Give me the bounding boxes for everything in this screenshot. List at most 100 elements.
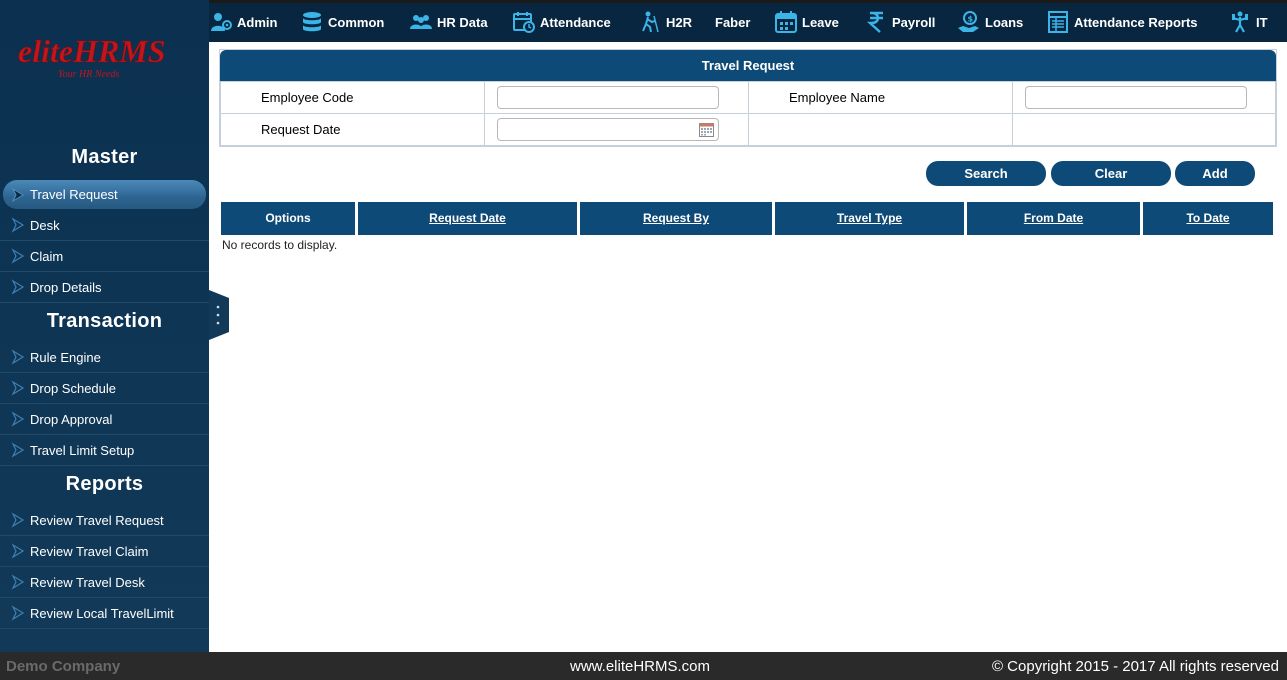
chevron-right-icon — [11, 574, 25, 590]
topnav-label: Leave — [802, 14, 839, 30]
chevron-right-icon — [11, 380, 25, 396]
search-form: Employee Code Employee Name Request Date — [220, 81, 1276, 146]
sidebar-item-review-travel-claim[interactable]: Review Travel Claim — [0, 536, 209, 567]
empty-cell — [1012, 113, 1276, 146]
sidebar-item-label: Travel Request — [30, 187, 118, 202]
sidebar-item-travel-request[interactable]: Travel Request — [3, 180, 206, 209]
people-icon — [410, 15, 432, 29]
employee-code-cell — [484, 81, 749, 114]
chevron-right-icon — [11, 605, 25, 621]
topnav-it[interactable]: IT — [1228, 8, 1268, 36]
topnav-payroll[interactable]: Payroll — [864, 8, 935, 36]
website-link[interactable]: www.eliteHRMS.com — [570, 658, 710, 675]
sidebar-item-review-local-travellimit[interactable]: Review Local TravelLimit — [0, 598, 209, 629]
section-title-reports: Reports — [65, 473, 144, 495]
topnav-faber[interactable]: Faber — [715, 8, 750, 36]
report-icon — [1048, 11, 1068, 33]
sidebar-item-label: Review Local TravelLimit — [30, 605, 174, 621]
sidebar-item-review-travel-request[interactable]: Review Travel Request — [0, 505, 209, 536]
topnav-label: Faber — [715, 14, 751, 30]
walker-icon — [642, 11, 659, 33]
topnav-attendance-reports[interactable]: Attendance Reports — [1046, 8, 1198, 36]
calendar-picker-icon[interactable] — [699, 123, 714, 137]
topnav-label: HR Data — [437, 14, 488, 30]
admin-icon — [211, 13, 232, 31]
topnav-label: H2R — [666, 14, 693, 30]
column-header-travel-type[interactable]: Travel Type — [775, 202, 964, 235]
sidebar-item-label: Review Travel Claim — [30, 543, 149, 559]
topnav-label: Loans — [985, 14, 1024, 30]
chevron-right-icon — [11, 512, 25, 528]
sidebar-item-label: Desk — [30, 217, 60, 233]
topnav-hr-data[interactable]: HR Data — [409, 8, 488, 36]
topnav-label: Payroll — [892, 14, 936, 30]
svg-text:$: $ — [968, 15, 974, 24]
chevron-right-icon — [11, 248, 25, 264]
sidebar-item-label: Claim — [30, 248, 64, 264]
sidebar-item-drop-approval[interactable]: Drop Approval — [0, 404, 209, 435]
column-header-to-date[interactable]: To Date — [1143, 202, 1273, 235]
topnav-label: Attendance — [540, 14, 611, 30]
money-hand-icon: $ — [958, 11, 979, 32]
topnav-loans[interactable]: $ Loans — [957, 8, 1023, 36]
calendar-clock-icon — [513, 12, 535, 33]
calendar-icon — [775, 11, 797, 33]
database-icon — [303, 12, 321, 32]
topnav-admin[interactable]: Admin — [209, 8, 277, 36]
sidebar-item-label: Drop Approval — [30, 411, 113, 427]
column-header-request-by[interactable]: Request By — [580, 202, 772, 235]
topnav-leave[interactable]: Leave — [774, 8, 839, 36]
topnav-common[interactable]: Common — [300, 8, 384, 36]
chevron-right-icon — [11, 187, 24, 202]
chevron-right-icon — [11, 279, 25, 295]
footer: Demo Company www.eliteHRMS.com © Copyrig… — [0, 652, 1287, 680]
request-date-input[interactable] — [497, 118, 719, 141]
sidebar-item-label: Rule Engine — [30, 349, 101, 365]
sidebar-collapse-handle[interactable] — [209, 290, 229, 340]
employee-code-label: Employee Code — [220, 81, 485, 114]
sidebar-item-desk[interactable]: Desk — [0, 210, 209, 241]
request-date-cell — [484, 113, 749, 146]
sidebar-item-label: Drop Details — [30, 279, 102, 295]
sidebar-item-rule-engine[interactable]: Rule Engine — [0, 342, 209, 373]
add-button[interactable]: Add — [1175, 161, 1255, 186]
employee-name-input[interactable] — [1025, 86, 1247, 109]
empty-cell — [748, 113, 1013, 146]
column-header-from-date[interactable]: From Date — [967, 202, 1140, 235]
app-logo[interactable]: eliteHRMS Your HR Needs — [14, 18, 174, 88]
column-header-request-date[interactable]: Request Date — [358, 202, 577, 235]
chevron-right-icon — [11, 411, 25, 427]
clear-button[interactable]: Clear — [1051, 161, 1171, 186]
sidebar-item-review-travel-desk[interactable]: Review Travel Desk — [0, 567, 209, 598]
sidebar-item-label: Review Travel Request — [30, 512, 164, 528]
column-header-options: Options — [221, 202, 355, 235]
sidebar: eliteHRMS Your HR Needs Master Travel Re… — [0, 0, 209, 652]
section-title-transaction: Transaction — [46, 310, 163, 332]
results-grid-header: Options Request Date Request By Travel T… — [221, 202, 1275, 235]
panel-title: Travel Request — [220, 50, 1276, 81]
empty-grid-message: No records to display. — [222, 238, 338, 252]
topnav-label: Attendance Reports — [1074, 14, 1198, 30]
section-title-master: Master — [71, 146, 138, 168]
sidebar-item-label: Travel Limit Setup — [30, 442, 135, 458]
chevron-right-icon — [11, 442, 25, 458]
sidebar-item-travel-limit-setup[interactable]: Travel Limit Setup — [0, 435, 209, 466]
rupee-icon — [866, 11, 883, 33]
topnav-label: IT — [1256, 14, 1268, 30]
chevron-right-icon — [11, 349, 25, 365]
topnav-attendance[interactable]: Attendance — [512, 8, 611, 36]
employee-name-cell — [1012, 81, 1276, 114]
sidebar-item-drop-details[interactable]: Drop Details — [0, 272, 209, 303]
topnav-label: Common — [328, 14, 385, 30]
travel-request-panel: Travel Request Employee Code Employee Na… — [219, 49, 1277, 147]
sidebar-item-drop-schedule[interactable]: Drop Schedule — [0, 373, 209, 404]
sidebar-item-claim[interactable]: Claim — [0, 241, 209, 272]
employee-code-input[interactable] — [497, 86, 719, 109]
topnav-h2r[interactable]: H2R — [638, 8, 692, 36]
sidebar-item-label: Review Travel Desk — [30, 574, 145, 590]
svg-text:Your HR Needs: Your HR Needs — [58, 69, 119, 80]
search-button[interactable]: Search — [926, 161, 1046, 186]
sidebar-item-label: Drop Schedule — [30, 380, 116, 396]
chevron-right-icon — [11, 543, 25, 559]
copyright-text: © Copyright 2015 - 2017 All rights reser… — [991, 658, 1279, 675]
